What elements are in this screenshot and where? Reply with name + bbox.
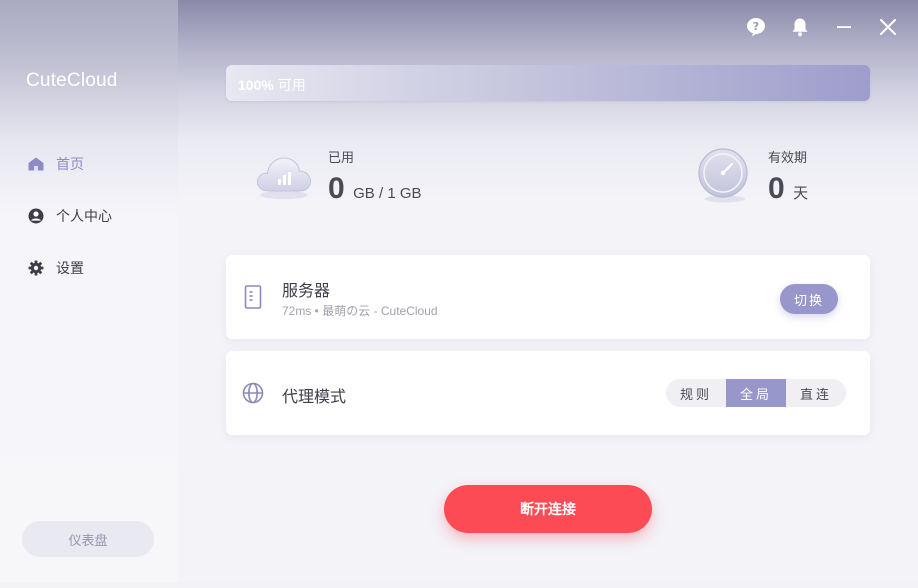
stat-validity-value: 0 — [768, 172, 785, 205]
proxy-mode-direct[interactable]: 直连 — [786, 379, 846, 407]
stat-used-label: 已用 — [328, 150, 355, 165]
gear-icon — [26, 258, 46, 278]
disconnect-button[interactable]: 断开连接 — [444, 485, 652, 533]
server-icon — [244, 285, 262, 309]
stat-used-unit: GB / 1 GB — [353, 185, 422, 202]
quota-label: 100% 可用 — [238, 75, 306, 95]
quota-progress-bar: 100% 可用 — [226, 65, 870, 101]
sidebar: CuteCloud 首页 个人中心 设置 仪表盘 — [0, 0, 178, 582]
home-icon — [26, 154, 46, 174]
server-title: 服务器 — [282, 283, 331, 300]
proxy-mode-segmented: 规则 全局 直连 — [666, 379, 846, 407]
stat-validity-label: 有效期 — [768, 150, 808, 165]
stat-validity-unit: 天 — [793, 185, 809, 202]
switch-server-button[interactable]: 切换 — [780, 284, 838, 314]
sidebar-item-settings[interactable]: 设置 — [26, 255, 84, 281]
sidebar-item-home[interactable]: 首页 — [26, 151, 84, 177]
stat-validity: 有效期 0 天 — [697, 145, 808, 206]
sidebar-item-label: 个人中心 — [56, 208, 112, 224]
proxy-mode-rule[interactable]: 规则 — [666, 379, 726, 407]
stat-used-value: 0 — [328, 172, 345, 205]
quota-percent: 100% — [238, 77, 274, 93]
sidebar-item-label: 设置 — [56, 260, 84, 276]
quota-progress-fill — [226, 65, 870, 101]
quota-suffix: 可用 — [277, 77, 306, 93]
user-icon — [26, 206, 46, 226]
sidebar-item-profile[interactable]: 个人中心 — [26, 203, 112, 229]
cloud-icon — [254, 145, 314, 205]
clock-icon — [697, 145, 753, 205]
server-detail: 72ms • 最萌の云 - CuteCloud — [282, 304, 438, 318]
proxy-mode-card: 代理模式 规则 全局 直连 — [226, 351, 870, 435]
svg-text:?: ? — [753, 20, 759, 33]
help-icon[interactable]: ? — [745, 16, 767, 38]
proxy-mode-title: 代理模式 — [282, 389, 347, 406]
proxy-mode-global[interactable]: 全局 — [726, 379, 786, 407]
close-icon[interactable] — [877, 16, 899, 38]
stat-used: 已用 0 GB / 1 GB — [254, 145, 422, 206]
app-window: CuteCloud 首页 个人中心 设置 仪表盘 ? 100% 可用 已用 0 … — [0, 0, 918, 582]
sidebar-item-label: 首页 — [56, 156, 84, 172]
server-card[interactable]: 服务器 72ms • 最萌の云 - CuteCloud 切换 — [226, 255, 870, 339]
globe-icon — [242, 382, 264, 404]
minimize-icon[interactable] — [833, 16, 855, 38]
app-brand: CuteCloud — [26, 70, 118, 91]
dashboard-button[interactable]: 仪表盘 — [22, 521, 154, 557]
bell-icon[interactable] — [789, 16, 811, 38]
main-panel: ? 100% 可用 已用 0 GB / 1 GB 有效期 0 天 服务器 72m… — [178, 0, 918, 582]
